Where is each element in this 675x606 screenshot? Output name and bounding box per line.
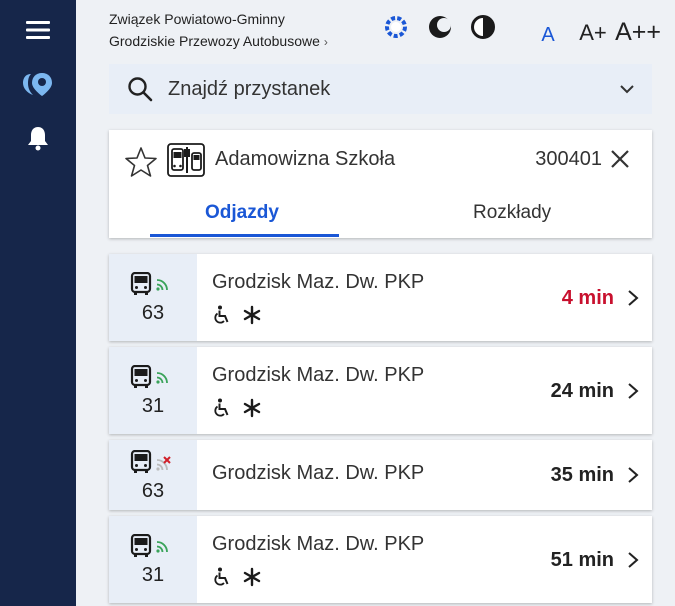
air-conditioning-icon [242,398,262,423]
bus-icon [130,533,152,563]
line-number: 31 [141,395,165,417]
org-line2: Grodziskie Przewozy Autobusowe [109,33,320,49]
tab-departures[interactable]: Odjazdy [205,202,279,224]
bus-icon [130,449,152,479]
font-size-medium-button[interactable]: A+ [576,14,610,50]
tab-timetables[interactable]: Rozkłady [473,202,551,224]
departure-line-panel: 31 [109,516,197,603]
vehicle-features [212,305,262,330]
bus-stop-icon [167,141,205,184]
departure-row[interactable]: 63 Grodzisk Maz. Dw. PKP 4 min [109,254,652,341]
home-logo-button[interactable] [18,66,58,106]
chevron-right-icon: › [323,35,328,49]
departure-line-panel: 63 [109,254,197,341]
stop-search-field[interactable]: Znajdź przystanek [109,64,652,114]
stop-name: Adamowizna Szkoła [215,148,396,170]
contrast-icon [470,14,496,45]
destination: Grodzisk Maz. Dw. PKP [212,462,425,484]
chevron-right-icon[interactable] [626,381,640,406]
active-tab-indicator [150,234,339,237]
departure-row[interactable]: 63 Grodzisk Maz. Dw. PKP 35 min [109,440,652,510]
realtime-signal-icon [155,540,169,559]
font-size-large-label: A++ [615,17,661,46]
menu-icon [25,20,51,45]
font-size-large-button[interactable]: A++ [615,14,661,50]
settings-button[interactable] [381,14,411,44]
contrast-button[interactable] [468,14,498,44]
departure-time: 35 min [550,464,614,486]
line-number: 63 [141,480,165,502]
departure-time: 4 min [561,286,614,309]
departure-row[interactable]: 31 Grodzisk Maz. Dw. PKP 24 min [109,347,652,434]
dark-mode-button[interactable] [425,14,455,44]
bus-icon [130,364,152,394]
destination: Grodzisk Maz. Dw. PKP [212,271,425,293]
vehicle-features [212,398,262,423]
vehicle-features [212,567,262,592]
wheelchair-icon [212,398,232,423]
realtime-signal-icon [155,278,169,297]
close-icon[interactable] [610,149,630,174]
chevron-right-icon[interactable] [626,465,640,490]
air-conditioning-icon [242,567,262,592]
wheelchair-icon [212,567,232,592]
line-number: 31 [141,564,165,586]
menu-button[interactable] [18,12,58,52]
chevron-down-icon[interactable] [618,80,636,103]
bus-icon [130,271,152,301]
font-size-small-label: A [541,23,555,46]
departure-time: 51 min [550,548,614,571]
organization-link[interactable]: Związek Powiatowo-Gminny Grodziskie Prze… [109,8,369,53]
destination: Grodzisk Maz. Dw. PKP [212,533,425,555]
org-line1: Związek Powiatowo-Gminny [109,11,285,27]
chevron-right-icon[interactable] [626,288,640,313]
logo-icon [21,71,55,102]
search-icon [127,76,153,107]
font-size-small-button[interactable]: A [534,14,562,50]
font-size-medium-label: A+ [579,20,607,45]
line-number: 63 [141,302,165,324]
star-icon[interactable] [125,146,157,183]
gear-ring-icon [383,14,409,45]
search-label: Znajdź przystanek [168,77,331,100]
chevron-right-icon[interactable] [626,550,640,575]
main-panel: Związek Powiatowo-Gminny Grodziskie Prze… [76,0,675,606]
no-realtime-signal-icon [155,456,171,477]
destination: Grodzisk Maz. Dw. PKP [212,364,425,386]
air-conditioning-icon [242,305,262,330]
departure-line-panel: 31 [109,347,197,434]
departure-time: 24 min [550,379,614,402]
bell-icon [26,125,50,156]
departure-row[interactable]: 31 Grodzisk Maz. Dw. PKP 51 min [109,516,652,603]
stop-id: 300401 [535,148,602,170]
wheelchair-icon [212,305,232,330]
realtime-signal-icon [155,371,169,390]
sidebar [0,0,76,606]
departure-line-panel: 63 [109,440,197,510]
notifications-button[interactable] [18,120,58,160]
moon-icon [427,14,453,45]
stop-card: Adamowizna Szkoła 300401 Odjazdy Rozkład… [109,130,652,238]
